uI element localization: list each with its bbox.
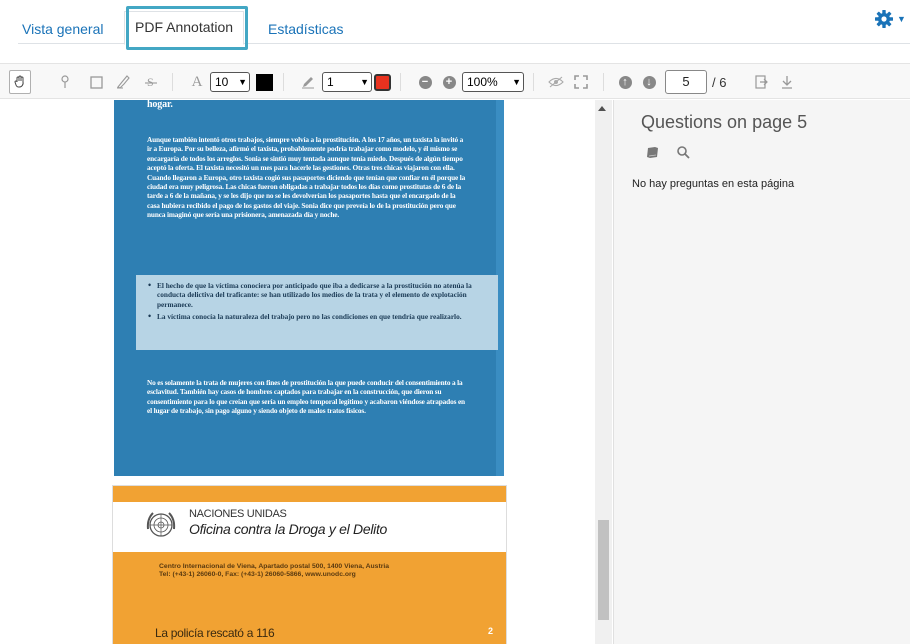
- pdf-viewer[interactable]: hogar. Aunque también intentó otros trab…: [0, 100, 613, 644]
- font-size-select[interactable]: 10 ▼: [210, 72, 250, 92]
- stroke-width-select[interactable]: 1 ▼: [322, 72, 372, 92]
- eye-slash-icon: [548, 76, 564, 88]
- pen-tool-button[interactable]: [297, 70, 319, 94]
- toolbar-divider: [400, 73, 401, 91]
- organization-office: Oficina contra la Droga y el Delito: [189, 521, 388, 537]
- scroll-up-arrow-icon[interactable]: [598, 106, 606, 111]
- page-total: / 6: [712, 74, 727, 90]
- address-line: Centro Internacional de Viena, Apartado …: [159, 563, 390, 570]
- plus-circle-icon: +: [442, 75, 456, 89]
- organization-name: NACIONES UNIDAS: [189, 508, 287, 520]
- toolbar-divider: [533, 73, 534, 91]
- chevron-down-icon: ▼: [897, 14, 906, 24]
- no-questions-message: No hay preguntas en esta página: [632, 178, 795, 190]
- questions-title: Questions on page 5: [641, 112, 808, 132]
- toolbar-divider: [172, 73, 173, 91]
- story-paragraph: Aunque también intentó otros trabajos, s…: [147, 135, 466, 220]
- rectangle-icon: [89, 75, 103, 89]
- strikethrough-icon: S: [145, 75, 157, 89]
- pan-tool-button[interactable]: [9, 70, 31, 94]
- questions-panel: Questions on page 5 No hay preguntas en …: [613, 100, 910, 644]
- un-emblem-icon: [146, 512, 176, 537]
- chevron-down-icon: ▼: [238, 77, 247, 87]
- strikethrough-tool-button[interactable]: S: [140, 70, 162, 94]
- search-icon[interactable]: [676, 145, 690, 159]
- highlighter-icon: [117, 75, 130, 89]
- tab-bar: Vista general PDF Annotation Estadística…: [0, 0, 910, 50]
- zoom-in-button[interactable]: +: [438, 70, 460, 94]
- consent-paragraph: No es solamente la trata de mujeres con …: [147, 378, 465, 416]
- contact-line: Tel: (+43-1) 26060-0, Fax: (+43-1) 26060…: [159, 571, 356, 579]
- minus-circle-icon: −: [418, 75, 432, 89]
- hand-icon: [14, 75, 24, 88]
- address-block: Centro Internacional de Viena, Apartado …: [159, 563, 459, 580]
- previous-page-button[interactable]: ↑: [614, 70, 636, 94]
- toolbar-divider: [603, 73, 604, 91]
- tab-pdf-annotation[interactable]: PDF Annotation: [124, 11, 245, 45]
- zoom-value: 100%: [467, 75, 498, 89]
- stroke-color-swatch[interactable]: [374, 73, 391, 91]
- pencil-icon: [302, 77, 314, 89]
- arrow-down-circle-icon: ↓: [642, 75, 656, 89]
- gear-icon: [875, 10, 893, 28]
- pdf-page-orange: NACIONES UNIDAS Oficina contra la Droga …: [112, 485, 507, 644]
- pin-icon: [61, 75, 69, 88]
- toggle-annotations-button[interactable]: [545, 70, 567, 94]
- footer-title: La policía rescató a 116: [155, 626, 275, 640]
- expand-icon: [574, 75, 588, 89]
- text-tool-button[interactable]: A: [186, 70, 208, 94]
- pin-tool-button[interactable]: [54, 70, 76, 94]
- chevron-down-icon: ▼: [360, 77, 369, 87]
- stroke-width-value: 1: [327, 75, 334, 89]
- key-point-item: La víctima conocía la naturaleza del tra…: [148, 312, 490, 322]
- fullscreen-button[interactable]: [570, 70, 592, 94]
- next-page-button[interactable]: ↓: [638, 70, 660, 94]
- export-icon: [755, 75, 768, 89]
- key-point-item: El hecho de que la víctima conociera por…: [148, 281, 490, 309]
- text-color-swatch[interactable]: [256, 73, 273, 91]
- toolbar-divider: [283, 73, 284, 91]
- download-icon: [782, 76, 792, 89]
- annotation-toolbar: S A 10 ▼ 1 ▼ − + 100% ▼ ↑ ↓ 5 / 6: [0, 63, 910, 99]
- page-number-input[interactable]: 5: [665, 70, 707, 94]
- key-points-box: El hecho de que la víctima conociera por…: [136, 275, 498, 350]
- viewer-scrollbar[interactable]: [595, 100, 612, 644]
- settings-menu-button[interactable]: ▼: [874, 9, 906, 31]
- scroll-thumb[interactable]: [598, 520, 609, 620]
- tab-statistics[interactable]: Estadísticas: [262, 16, 349, 43]
- rectangle-tool-button[interactable]: [85, 70, 107, 94]
- book-icon[interactable]: [646, 145, 660, 159]
- zoom-out-button[interactable]: −: [414, 70, 436, 94]
- download-button[interactable]: [776, 70, 798, 94]
- page-heading-fragment: hogar.: [147, 100, 173, 110]
- tab-overview[interactable]: Vista general: [16, 16, 109, 43]
- chevron-down-icon: ▼: [512, 77, 521, 87]
- export-button[interactable]: [750, 70, 772, 94]
- zoom-select[interactable]: 100% ▼: [462, 72, 524, 92]
- svg-text:S: S: [147, 75, 154, 89]
- font-size-value: 10: [215, 75, 229, 89]
- arrow-up-circle-icon: ↑: [618, 75, 632, 89]
- footer-page-number: 2: [488, 626, 494, 636]
- pdf-page-blue: hogar. Aunque también intentó otros trab…: [114, 100, 504, 476]
- highlight-tool-button[interactable]: [113, 70, 135, 94]
